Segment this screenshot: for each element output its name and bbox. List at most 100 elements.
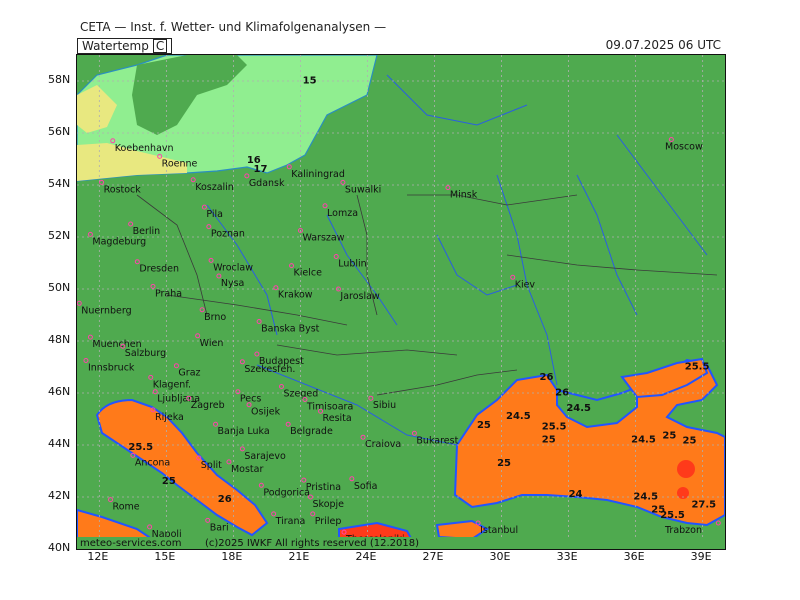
map-organization-title: CETA — Inst. f. Wetter- und Klimafolgena… — [80, 20, 387, 34]
city-label: Rostock — [104, 184, 142, 195]
temperature-label: 17 — [254, 164, 268, 175]
city-label: Podgorica — [263, 487, 310, 498]
temperature-label: 24.5 — [566, 403, 591, 414]
city-label: Ancona — [135, 457, 170, 468]
longitude-tick: 27E — [422, 550, 444, 563]
city-label: Poznan — [211, 229, 245, 240]
city-label: Pila — [206, 209, 223, 220]
city-label: Warszaw — [302, 233, 344, 244]
city-label: Rijeka — [155, 412, 184, 423]
city-label: Pristina — [306, 482, 341, 493]
temperature-label: 27.5 — [691, 499, 716, 510]
longitude-tick: 33E — [556, 550, 578, 563]
temperature-label: 25 — [683, 436, 697, 447]
temperature-label: 25 — [497, 458, 511, 469]
city-label: Wien — [200, 338, 224, 349]
city-label: Timisoara — [306, 402, 353, 413]
city-label: Banja Luka — [218, 426, 270, 437]
city-label: Dresden — [139, 264, 179, 275]
temperature-label: 25.5 — [128, 442, 153, 453]
temperature-label: 26 — [540, 372, 554, 383]
city-label: Banska Byst — [261, 324, 320, 335]
temperature-label: 24.5 — [506, 411, 531, 422]
latitude-tick: 48N — [48, 333, 71, 346]
variable-name: Watertemp — [82, 39, 149, 53]
temperature-label: 24.5 — [633, 492, 658, 503]
temperature-label: 25.5 — [685, 362, 710, 373]
city-label: Sarajevo — [244, 451, 286, 462]
city-label: Prilep — [315, 516, 342, 527]
temperature-label: 25 — [542, 434, 556, 445]
city-label: Koebenhavn — [115, 143, 174, 154]
city-label: Berlin — [133, 226, 161, 237]
longitude-tick: 18E — [221, 550, 243, 563]
city-label: Trabzon — [664, 525, 702, 536]
latitude-tick: 42N — [48, 489, 71, 502]
map-canvas: Koebenhavn Roenne Rostock Koszalin Gdansk Kal… — [77, 55, 725, 549]
longitude-tick: 12E — [87, 550, 109, 563]
city-label: Szeged — [283, 389, 318, 400]
city-label: Brno — [204, 312, 226, 323]
city-label: Salzburg — [125, 348, 166, 359]
city-label: Szekesfeh. — [244, 364, 295, 375]
city-label: Roenne — [162, 158, 198, 169]
temperature-label: 25 — [477, 420, 491, 431]
latitude-tick: 56N — [48, 125, 71, 138]
latitude-tick: 44N — [48, 437, 71, 450]
footer-copyright: (c)2025 IWKF All rights reserved (12.201… — [205, 538, 419, 549]
city-label: Sofia — [354, 481, 378, 492]
temperature-label: 25.5 — [542, 421, 567, 432]
city-label: Innsbruck — [88, 363, 135, 374]
city-label: Nysa — [221, 278, 245, 289]
water-temperature-map: Koebenhavn Roenne Rostock Koszalin Gdansk Kal… — [76, 54, 726, 550]
temperature-label: 24.5 — [631, 434, 656, 445]
city-label: Tirana — [275, 516, 306, 527]
city-label: Resita — [323, 413, 352, 424]
city-label: Suwalki — [345, 184, 381, 195]
city-label: Kiev — [515, 279, 536, 290]
temperature-label: 24 — [569, 489, 583, 500]
city-label: Belgrade — [290, 426, 333, 437]
longitude-tick: 39E — [690, 550, 712, 563]
latitude-tick: 52N — [48, 229, 71, 242]
latitude-tick: 40N — [48, 541, 71, 554]
temperature-label: 25 — [162, 476, 176, 487]
city-label: Praha — [155, 288, 182, 299]
city-label: Krakow — [278, 290, 313, 301]
temperature-label: 25.5 — [660, 510, 685, 521]
valid-datetime: 09.07.2025 06 UTC — [605, 38, 721, 52]
longitude-tick: 24E — [355, 550, 377, 563]
city-label: Zagreb — [191, 400, 225, 411]
footer-site: meteo-services.com — [80, 538, 181, 549]
city-label: Osijek — [251, 407, 281, 418]
latitude-tick: 58N — [48, 73, 71, 86]
city-label: Bukarest — [416, 435, 458, 446]
city-label: Minsk — [450, 190, 478, 201]
city-label: Klagenf. — [153, 379, 191, 390]
longitude-tick: 21E — [288, 550, 310, 563]
temperature-label: 15 — [303, 76, 317, 87]
unit-label: C — [152, 39, 168, 53]
city-label: Split — [201, 460, 222, 471]
city-label: Mostar — [231, 464, 264, 475]
city-label: Wroclaw — [213, 262, 253, 273]
city-label: Lublin — [338, 259, 366, 270]
city-label: Graz — [178, 368, 200, 379]
city-label: Rome — [113, 502, 140, 513]
latitude-tick: 50N — [48, 281, 71, 294]
city-label: Jaroslaw — [339, 291, 380, 302]
latitude-tick: 54N — [48, 177, 71, 190]
city-label: Sibiu — [373, 400, 396, 411]
city-label: Gdansk — [249, 178, 285, 189]
city-label: Kielce — [294, 268, 323, 279]
city-label: Nuernberg — [81, 305, 131, 316]
black-sea-hotspot — [677, 460, 695, 478]
city-label: Bari — [210, 522, 229, 533]
temperature-label: 26 — [555, 388, 569, 399]
city-label: Istanbul — [480, 525, 518, 536]
longitude-tick: 30E — [489, 550, 511, 563]
city-label: Lomza — [327, 208, 358, 219]
city-label: Moscow — [665, 142, 703, 153]
longitude-tick: 36E — [623, 550, 645, 563]
city-label: Magdeburg — [92, 236, 146, 247]
